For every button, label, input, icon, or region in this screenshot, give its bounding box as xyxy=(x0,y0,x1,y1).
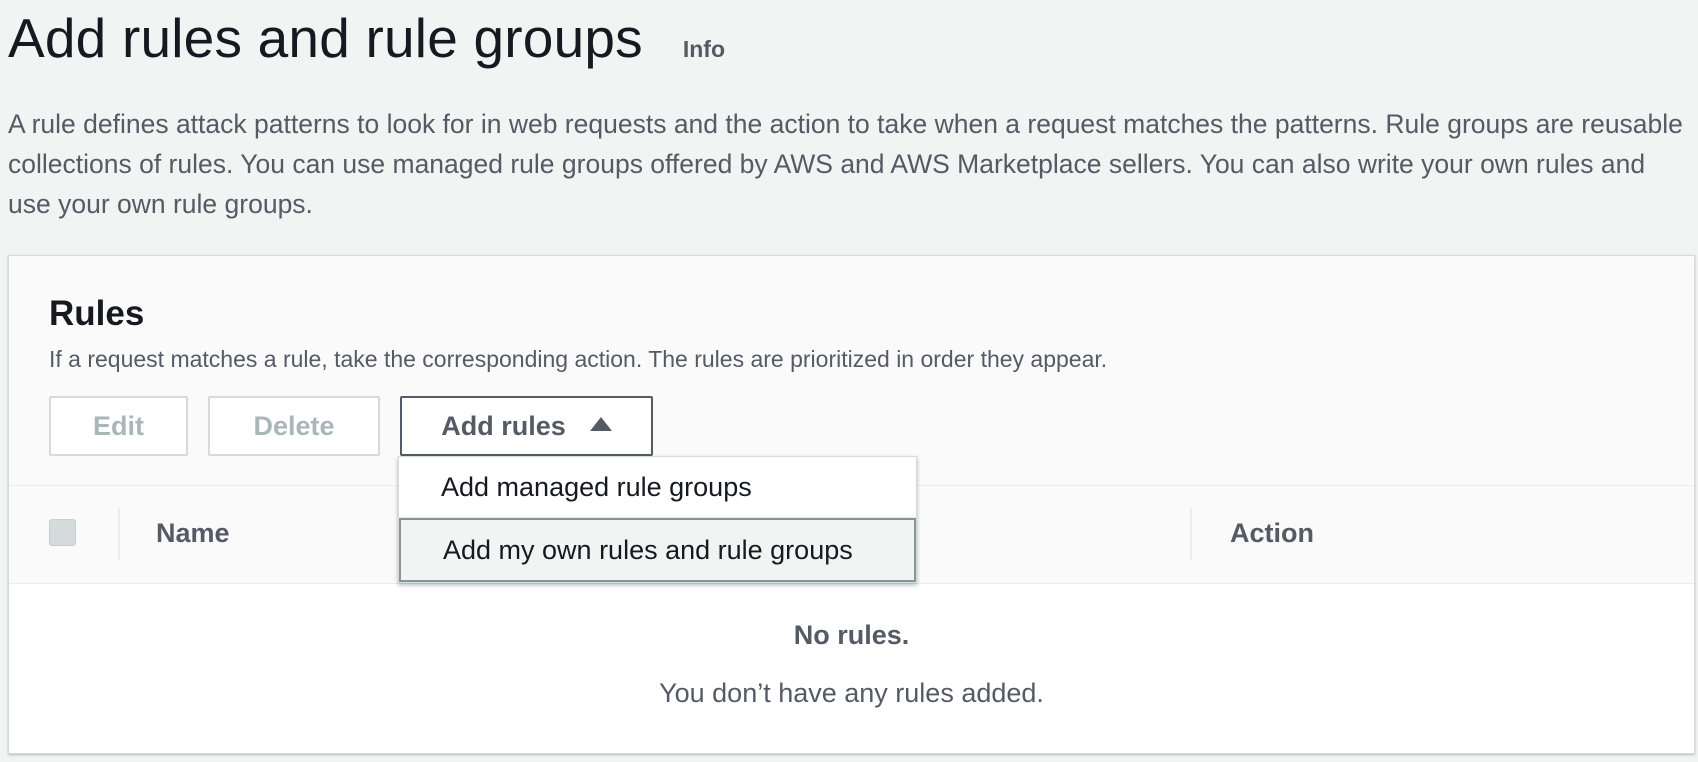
select-all-checkbox[interactable] xyxy=(49,519,76,546)
page-title: Add rules and rule groups xyxy=(8,7,643,69)
rules-panel-title: Rules xyxy=(49,294,145,333)
column-header-action[interactable]: Action xyxy=(1230,518,1314,549)
page: Add rules and rule groups Info A rule de… xyxy=(0,0,1698,762)
rules-table-body: No rules. You don’t have any rules added… xyxy=(9,584,1694,753)
edit-button[interactable]: Edit xyxy=(49,396,188,456)
caret-up-icon xyxy=(589,417,612,431)
column-divider xyxy=(1190,508,1192,560)
menu-item-add-my-own-rules[interactable]: Add my own rules and rule groups xyxy=(399,518,916,582)
column-header-name[interactable]: Name xyxy=(156,518,230,549)
add-rules-button[interactable]: Add rules xyxy=(400,396,653,456)
column-divider xyxy=(118,508,120,560)
add-rules-dropdown-menu: Add managed rule groups Add my own rules… xyxy=(398,456,917,583)
rules-panel-description: If a request matches a rule, take the co… xyxy=(49,346,1108,372)
empty-state-title: No rules. xyxy=(793,620,910,650)
delete-button[interactable]: Delete xyxy=(208,396,380,456)
page-description: A rule defines attack patterns to look f… xyxy=(8,109,1683,219)
page-header: Add rules and rule groups Info xyxy=(8,8,725,69)
add-rules-label: Add rules xyxy=(441,410,566,441)
empty-state-description: You don’t have any rules added. xyxy=(659,678,1044,708)
info-link[interactable]: Info xyxy=(683,36,725,63)
menu-item-add-managed-rule-groups[interactable]: Add managed rule groups xyxy=(399,457,916,518)
